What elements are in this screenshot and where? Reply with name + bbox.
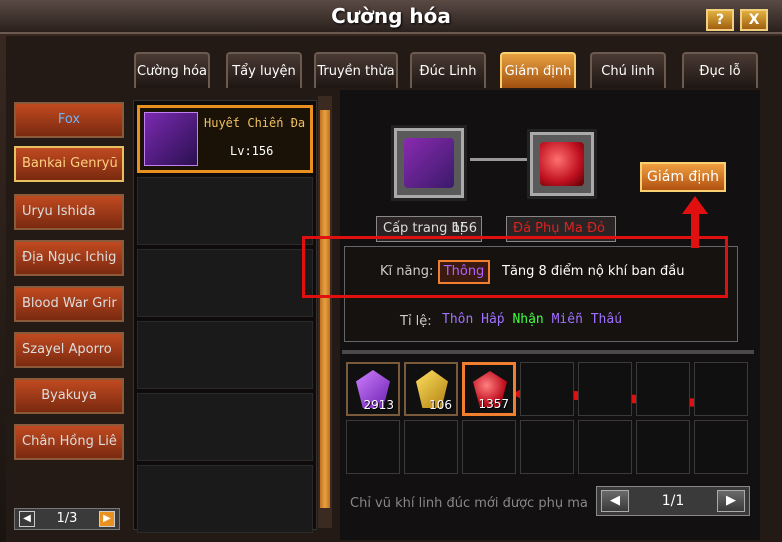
tab-giam-dinh[interactable]: Giám định (500, 52, 576, 88)
character-item[interactable]: Địa Ngục Ichig (14, 240, 124, 276)
inventory-slot[interactable] (578, 362, 632, 416)
window: Cường hóa ? X Cường hóa Tẩy luyện Truyền… (0, 0, 782, 542)
item-name: Huyết Chiến Đa (204, 116, 306, 130)
rate-values: Thôn Hấp Nhận Miễn Thấu (442, 312, 622, 327)
inventory-slot[interactable]: 2913 (346, 362, 400, 416)
equipment-frame (394, 128, 464, 198)
rate-part: Nhận (512, 312, 544, 327)
item-count: 106 (429, 398, 452, 412)
inventory-slot[interactable] (578, 420, 632, 474)
item-count: 1357 (478, 397, 509, 411)
item-level: Lv:156 (230, 144, 274, 158)
sword-icon (404, 138, 454, 188)
inventory-slot[interactable] (520, 420, 574, 474)
prev-page-icon[interactable]: ◀ (601, 490, 629, 512)
divider (342, 350, 754, 354)
rate-part: Thấu (590, 312, 623, 327)
empty-slot (137, 321, 313, 389)
prev-page-icon[interactable]: ◀ (19, 511, 35, 527)
next-page-icon[interactable]: ▶ (99, 511, 115, 527)
rate-part: Hấp (481, 312, 505, 327)
character-item[interactable]: Byakuya (14, 378, 124, 414)
rate-part: Miễn (551, 312, 583, 327)
inventory-slot[interactable] (462, 420, 516, 474)
sword-icon (144, 112, 198, 166)
empty-slot (137, 249, 313, 317)
tab-duc-lo[interactable]: Đục lỗ (682, 52, 758, 88)
inventory-slot[interactable] (404, 420, 458, 474)
next-page-icon[interactable]: ▶ (717, 490, 745, 512)
tab-duc-linh[interactable]: Đúc Linh (410, 52, 486, 88)
inventory-pager: ◀ 1/1 ▶ (596, 486, 750, 516)
character-item[interactable]: Blood War Grir (14, 286, 124, 322)
equipment-list: Huyết Chiến Đa Lv:156 (133, 100, 317, 533)
inventory-slot[interactable] (636, 420, 690, 474)
character-pager: ◀ 1/3 ▶ (14, 508, 120, 530)
scrollbar[interactable] (318, 96, 332, 528)
character-item[interactable]: Fox (14, 102, 124, 138)
tab-truyen-thua[interactable]: Truyền thừa (314, 52, 398, 88)
highlight-box (302, 236, 728, 298)
inventory-slot[interactable]: 1357 (462, 362, 516, 416)
close-button[interactable]: X (740, 9, 768, 31)
help-button[interactable]: ? (706, 9, 734, 31)
tab-cuong-hoa[interactable]: Cường hóa (134, 52, 210, 88)
character-item[interactable]: Uryu Ishida (14, 194, 124, 230)
appraise-button[interactable]: Giám định (640, 162, 726, 192)
hint-text: Chỉ vũ khí linh đúc mới được phụ ma (350, 496, 588, 511)
inventory-slot[interactable] (636, 362, 690, 416)
inventory-page-number: 1/1 (661, 493, 685, 509)
empty-slot (137, 465, 313, 533)
red-gem-icon (540, 142, 584, 186)
up-arrow-icon (682, 196, 708, 248)
equipment-item[interactable]: Huyết Chiến Đa Lv:156 (137, 105, 313, 173)
inventory-slot[interactable] (694, 362, 748, 416)
rate-label: Tỉ lệ: (400, 314, 432, 329)
rate-part: Thôn (442, 312, 474, 327)
gem-frame (530, 132, 594, 196)
character-item[interactable]: Chân Hồng Liê (14, 424, 124, 460)
tab-chu-linh[interactable]: Chú linh (590, 52, 666, 88)
inventory-slot[interactable] (520, 362, 574, 416)
empty-slot (137, 393, 313, 461)
inventory-slot[interactable] (346, 420, 400, 474)
scroll-thumb[interactable] (320, 110, 330, 508)
title-bar: Cường hóa ? X (0, 0, 782, 34)
inventory-slot[interactable]: 106 (404, 362, 458, 416)
character-page-number: 1/3 (56, 511, 78, 526)
item-count: 2913 (363, 398, 394, 412)
connector-line (470, 158, 528, 161)
inventory-slot[interactable] (694, 420, 748, 474)
character-item[interactable]: Szayel Aporro (14, 332, 124, 368)
character-item[interactable]: Bankai Genryū (14, 146, 124, 182)
empty-slot (137, 177, 313, 245)
tab-tay-luyen[interactable]: Tẩy luyện (226, 52, 302, 88)
window-title: Cường hóa (331, 4, 451, 28)
